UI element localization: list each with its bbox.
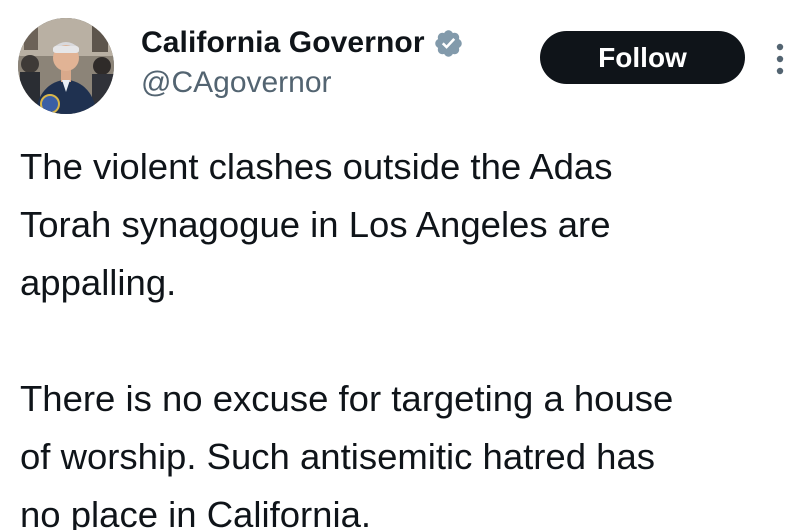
more-options-icon[interactable] xyxy=(773,42,787,76)
tweet-text-line: Torah synagogue in Los Angeles are xyxy=(20,204,611,245)
author-handle[interactable]: @CAgovernor xyxy=(141,66,464,100)
tweet-text-line: The violent clashes outside the Adas xyxy=(20,146,613,187)
verified-badge-icon[interactable] xyxy=(433,28,464,59)
tweet-text-line: of worship. Such antisemitic hatred has xyxy=(20,436,656,477)
tweet-text-line: no place in California. xyxy=(20,494,372,530)
author-avatar[interactable] xyxy=(18,18,114,114)
tweet-text: The violent clashes outside the Adas Tor… xyxy=(20,138,800,530)
follow-button[interactable]: Follow xyxy=(540,31,745,84)
name-row: California Governor xyxy=(141,24,464,62)
author-info: California Governor @CAgovernor xyxy=(141,24,464,100)
tweet-card: California Governor @CAgovernor Follow T… xyxy=(0,0,812,530)
tweet-text-line: There is no excuse for targeting a house xyxy=(20,378,674,419)
avatar-photo-icon xyxy=(18,18,114,114)
author-display-name[interactable]: California Governor xyxy=(141,26,425,60)
tweet-text-line: appalling. xyxy=(20,262,177,303)
